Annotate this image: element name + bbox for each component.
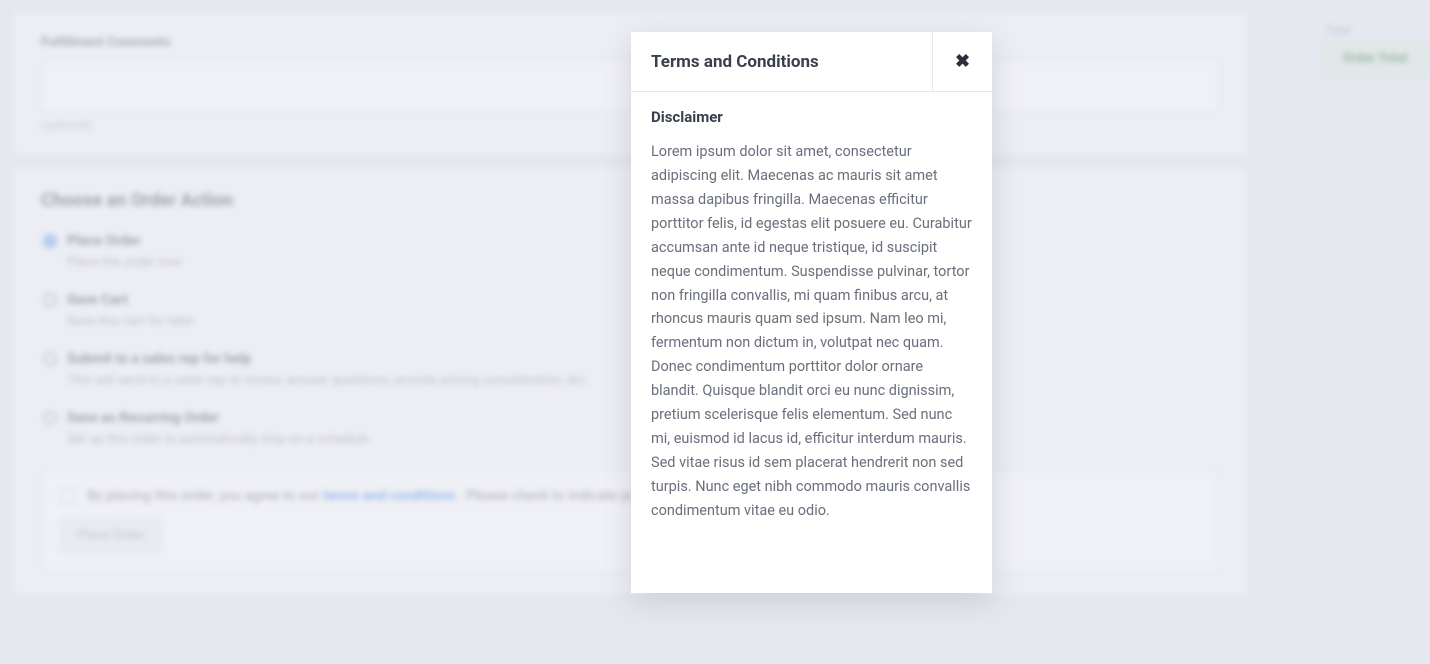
modal-body[interactable]: Disclaimer Lorem ipsum dolor sit amet, c… [631, 92, 992, 593]
modal-header: Terms and Conditions ✖ [631, 32, 992, 92]
terms-modal: Terms and Conditions ✖ Disclaimer Lorem … [631, 32, 992, 593]
modal-paragraph: Lorem ipsum dolor sit amet, consectetur … [651, 140, 972, 523]
modal-extra-space [651, 523, 972, 593]
close-icon[interactable]: ✖ [932, 32, 992, 91]
modal-heading: Disclaimer [651, 108, 972, 126]
modal-title: Terms and Conditions [631, 32, 932, 91]
